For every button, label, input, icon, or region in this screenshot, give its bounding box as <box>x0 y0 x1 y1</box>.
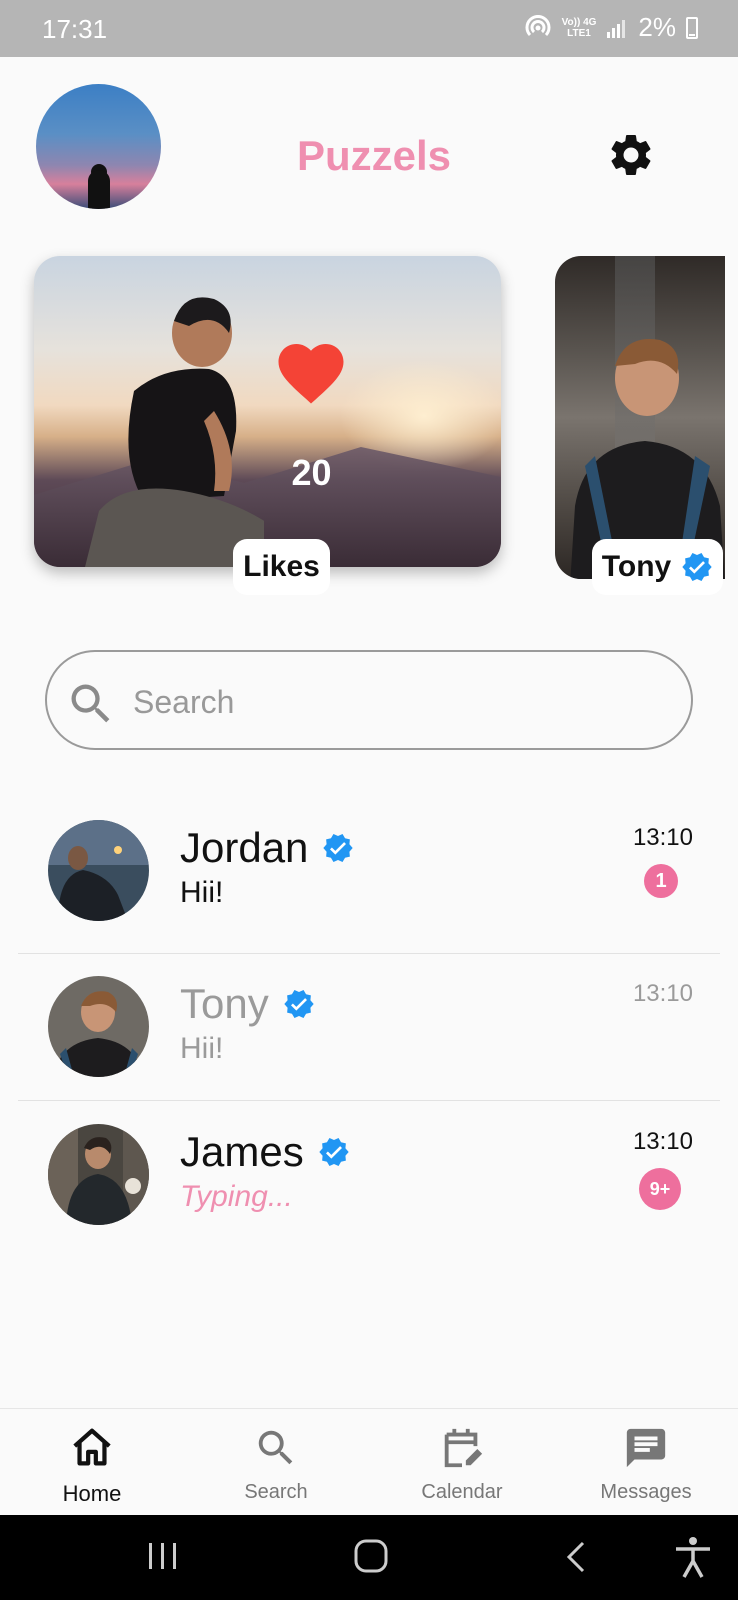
search-icon <box>71 684 110 723</box>
nav-calendar-label: Calendar <box>421 1481 503 1503</box>
chat-row-james[interactable]: James Typing... 13:10 9+ <box>0 1124 738 1264</box>
status-bar: 17:31 Vo)) 4G LTE1 2% <box>0 0 738 57</box>
nav-calendar[interactable]: Calendar <box>387 1409 537 1516</box>
person-photo <box>85 297 264 567</box>
divider <box>18 1100 720 1101</box>
avatar <box>48 976 149 1077</box>
divider <box>18 953 720 954</box>
contact-name-text: Tony <box>180 980 269 1027</box>
network-type: Vo)) 4G LTE1 <box>562 17 597 39</box>
settings-gear-icon[interactable] <box>606 130 656 180</box>
system-navigation-bar <box>0 1515 738 1600</box>
nav-search[interactable]: Search <box>201 1409 351 1516</box>
nav-home[interactable]: Home <box>17 1409 167 1516</box>
verified-badge-icon <box>323 834 354 862</box>
status-icons: Vo)) 4G LTE1 2% <box>524 12 698 43</box>
likes-label: Likes <box>233 539 330 595</box>
chat-row-jordan[interactable]: Jordan Hii! 13:10 1 <box>0 820 738 960</box>
unread-badge: 9+ <box>639 1168 681 1210</box>
nav-messages-label: Messages <box>600 1481 692 1503</box>
verified-badge-icon <box>682 553 712 581</box>
last-message: Hii! <box>180 876 224 909</box>
nav-messages[interactable]: Messages <box>571 1409 721 1516</box>
contact-name: Jordan <box>180 824 354 872</box>
back-icon[interactable] <box>553 1535 603 1579</box>
signal-icon <box>607 19 626 38</box>
tony-label: Tony <box>592 539 723 595</box>
calendar-edit-icon <box>444 1428 483 1468</box>
message-time: 13:10 <box>632 1128 693 1155</box>
search-icon <box>258 1430 293 1465</box>
message-time: 13:10 <box>632 980 693 1007</box>
search-input[interactable] <box>131 674 655 730</box>
tony-label-text: Tony <box>601 550 672 583</box>
nav-home-label: Home <box>62 1481 122 1506</box>
message-time: 13:10 <box>632 824 693 851</box>
network-top-text: Vo)) 4G <box>561 16 597 28</box>
contact-name-text: James <box>180 1128 304 1175</box>
likes-story-card[interactable]: 20 <box>34 256 501 567</box>
unread-badge: 1 <box>644 864 678 898</box>
chat-row-tony[interactable]: Tony Hii! 13:10 <box>0 976 738 1116</box>
contact-name: James <box>180 1128 350 1176</box>
james-photo <box>48 1124 149 1225</box>
verified-badge-icon <box>319 1138 349 1166</box>
home-icon <box>73 1428 111 1466</box>
verified-badge-icon <box>284 990 314 1018</box>
hotspot-icon <box>525 14 551 36</box>
likes-label-text: Likes <box>243 550 320 583</box>
likes-count: 20 <box>291 452 332 493</box>
bottom-navigation: Home Search Calendar Messages <box>0 1408 738 1516</box>
accessibility-icon[interactable] <box>668 1535 718 1579</box>
avatar <box>48 820 149 921</box>
battery-percent: 2% <box>638 12 676 42</box>
network-bottom-text: LTE1 <box>567 27 591 39</box>
recent-apps-icon[interactable] <box>140 1535 190 1579</box>
home-button-icon[interactable] <box>346 1535 396 1579</box>
jordan-photo <box>48 820 149 921</box>
last-message: Hii! <box>180 1032 224 1065</box>
tony-story-card[interactable] <box>555 256 725 579</box>
message-icon <box>626 1428 666 1468</box>
tony-photo <box>48 976 149 1077</box>
typing-indicator: Typing... <box>180 1180 293 1213</box>
battery-icon <box>686 16 698 39</box>
nav-search-label: Search <box>244 1481 308 1503</box>
heart-icon <box>278 344 344 404</box>
search-bar[interactable] <box>45 650 693 750</box>
contact-name: Tony <box>180 980 315 1028</box>
status-time: 17:31 <box>42 14 108 44</box>
avatar <box>48 1124 149 1225</box>
contact-name-text: Jordan <box>180 824 309 871</box>
